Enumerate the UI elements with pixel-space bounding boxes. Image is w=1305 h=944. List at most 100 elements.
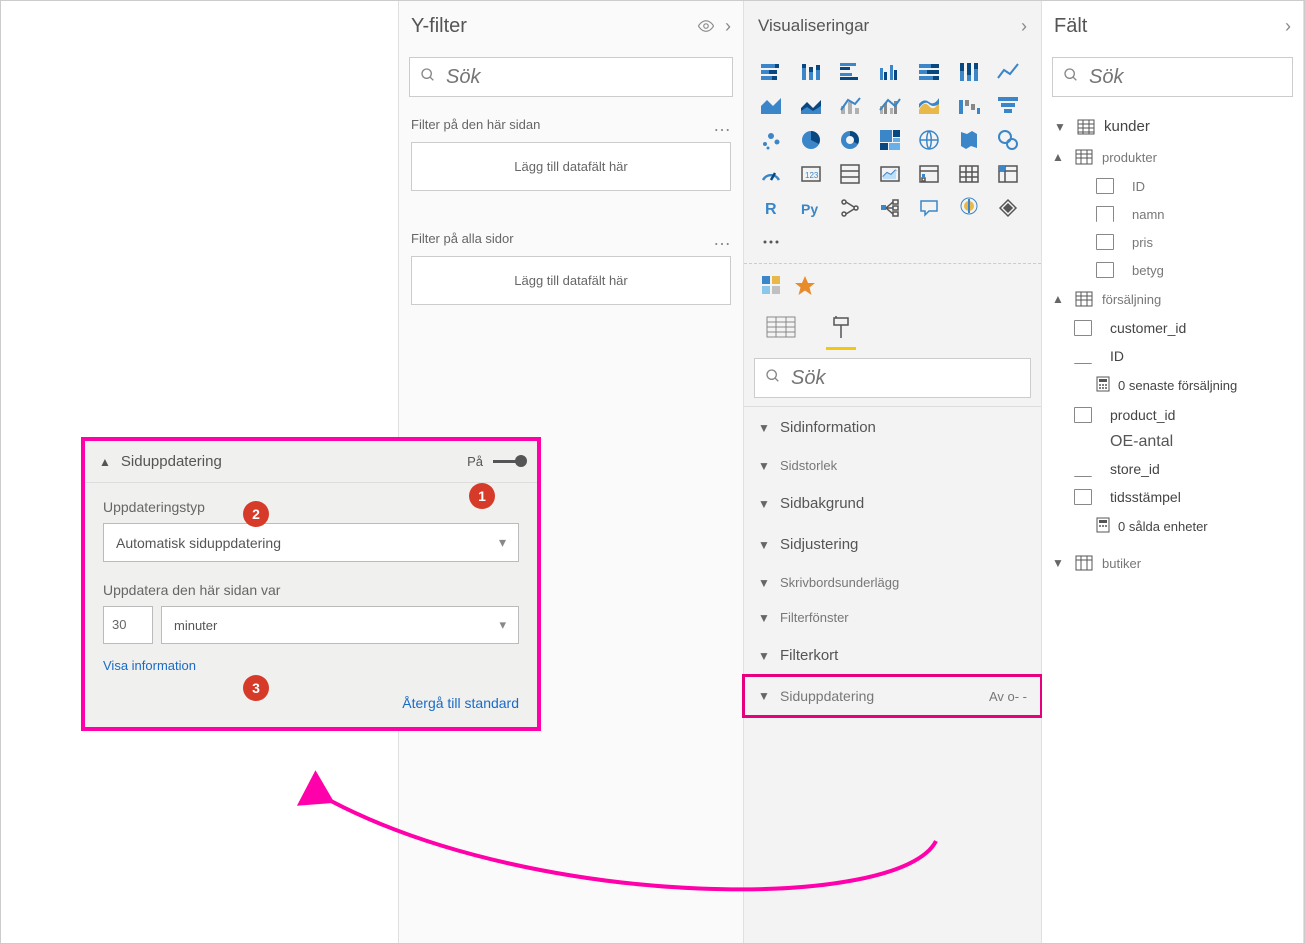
collapse-viz-icon[interactable]: ›: [1021, 16, 1027, 37]
multi-row-card-icon[interactable]: [837, 161, 863, 187]
shape-map-icon[interactable]: [995, 127, 1021, 153]
fields-tab[interactable]: [766, 316, 796, 350]
table-icon: [1074, 119, 1098, 135]
format-section-page-info[interactable]: ▼Sidinformation: [744, 407, 1041, 448]
arcgis-icon[interactable]: [956, 195, 982, 221]
field-salda-enheter[interactable]: 0 sålda enheter: [1052, 511, 1293, 542]
annotation-badge-3: 3: [243, 675, 269, 701]
table-icon: [1072, 291, 1096, 307]
filters-search[interactable]: [409, 57, 733, 97]
visualizations-gallery: 123 R Py: [744, 51, 1041, 259]
funnel-chart-icon[interactable]: [995, 93, 1021, 119]
key-influencers-icon[interactable]: [837, 195, 863, 221]
visualizations-title: Visualiseringar: [758, 16, 869, 36]
favorite-icon[interactable]: [792, 272, 818, 298]
table-icon[interactable]: [956, 161, 982, 187]
filter-page-dropzone[interactable]: Lägg till datafält här: [411, 142, 731, 191]
collapse-fields-icon[interactable]: ›: [1285, 16, 1291, 37]
page-refresh-callout: ▲ Siduppdatering På Uppdateringstyp Auto…: [81, 437, 541, 731]
calculator-icon: [1096, 376, 1110, 395]
field-oe-antal[interactable]: OE-antal: [1052, 429, 1293, 455]
donut-chart-icon[interactable]: [837, 127, 863, 153]
clustered-bar-chart-icon[interactable]: [837, 59, 863, 85]
field-produkter-namn[interactable]: namn: [1052, 200, 1293, 228]
stacked-bar-chart-icon[interactable]: [758, 59, 784, 85]
hundred-stacked-bar-icon[interactable]: [916, 59, 942, 85]
field-produkter-betyg[interactable]: betyg: [1052, 256, 1293, 284]
field-produkter-id[interactable]: ID: [1052, 172, 1293, 200]
line-column-chart-icon[interactable]: [837, 93, 863, 119]
chevron-down-icon: ▾: [499, 534, 506, 551]
collapse-filters-icon[interactable]: ›: [725, 16, 731, 37]
card-icon[interactable]: 123: [798, 161, 824, 187]
table-butiker[interactable]: ▼ butiker: [1052, 548, 1293, 578]
reset-to-default-link[interactable]: Återgå till standard: [85, 681, 537, 727]
hundred-stacked-column-icon[interactable]: [956, 59, 982, 85]
format-section-filter-pane[interactable]: ▼Filterfönster: [744, 600, 1041, 635]
pie-chart-icon[interactable]: [798, 127, 824, 153]
matrix-icon[interactable]: [995, 161, 1021, 187]
filter-all-dropzone[interactable]: Lägg till datafält här: [411, 256, 731, 305]
field-tidsstampel[interactable]: tidsstämpel: [1052, 483, 1293, 511]
fields-search[interactable]: [1052, 57, 1293, 97]
interval-label: Uppdatera den här sidan var: [103, 582, 519, 598]
refresh-type-select[interactable]: Automatisk siduppdatering ▾: [103, 523, 519, 562]
drill-icon[interactable]: [758, 272, 784, 298]
eye-icon[interactable]: [697, 17, 715, 35]
field-store-id[interactable]: store_id: [1052, 455, 1293, 483]
more-visuals-icon[interactable]: [758, 229, 784, 255]
interval-unit-select[interactable]: minuter ▾: [161, 606, 519, 644]
table-icon: [1072, 149, 1096, 165]
treemap-chart-icon[interactable]: [877, 127, 903, 153]
stacked-column-chart-icon[interactable]: [798, 59, 824, 85]
fields-search-input[interactable]: [1089, 66, 1282, 89]
kpi-icon[interactable]: [877, 161, 903, 187]
page-refresh-toggle[interactable]: [493, 460, 523, 463]
format-search[interactable]: [754, 358, 1031, 398]
interval-value-input[interactable]: 30: [103, 606, 153, 644]
gauge-icon[interactable]: [758, 161, 784, 187]
chevron-up-icon[interactable]: ▲: [99, 455, 111, 469]
line-clustered-column-icon[interactable]: [877, 93, 903, 119]
search-icon: [765, 368, 781, 389]
line-chart-icon[interactable]: [995, 59, 1021, 85]
visualizations-panel: Visualiseringar ›: [744, 1, 1042, 943]
callout-title: Siduppdatering: [121, 453, 222, 470]
table-forsaljning[interactable]: ▲ försäljning: [1052, 284, 1293, 314]
format-section-page-bg[interactable]: ▼Sidbakgrund: [744, 483, 1041, 524]
r-visual-icon[interactable]: R: [758, 195, 784, 221]
decomposition-tree-icon[interactable]: [877, 195, 903, 221]
table-produkter[interactable]: ▲ produkter: [1052, 142, 1293, 172]
map-icon[interactable]: [916, 127, 942, 153]
ribbon-chart-icon[interactable]: [916, 93, 942, 119]
table-kunder[interactable]: ▼ kunder: [1052, 111, 1293, 142]
format-search-input[interactable]: [791, 367, 1020, 390]
field-forsaljning-id[interactable]: ID: [1052, 342, 1293, 370]
calculator-icon: [1096, 517, 1110, 536]
python-visual-icon[interactable]: Py: [798, 195, 824, 221]
slicer-icon[interactable]: [916, 161, 942, 187]
format-tab[interactable]: [826, 316, 856, 350]
show-info-link[interactable]: Visa information: [103, 658, 196, 673]
format-section-page-align[interactable]: ▼Sidjustering: [744, 524, 1041, 565]
powerapps-icon[interactable]: [995, 195, 1021, 221]
filters-search-input[interactable]: [446, 66, 722, 89]
area-chart-icon[interactable]: [758, 93, 784, 119]
filled-map-icon[interactable]: [956, 127, 982, 153]
svg-text:R: R: [765, 201, 777, 218]
field-customer-id[interactable]: customer_id: [1052, 314, 1293, 342]
field-produkter-pris[interactable]: pris: [1052, 228, 1293, 256]
search-icon: [1063, 67, 1079, 88]
qa-visual-icon[interactable]: [916, 195, 942, 221]
format-section-filter-card[interactable]: ▼Filterkort: [744, 635, 1041, 676]
clustered-column-chart-icon[interactable]: [877, 59, 903, 85]
chevron-down-icon: ▾: [499, 617, 506, 633]
field-senaste-forsaljning[interactable]: 0 senaste försäljning: [1052, 370, 1293, 401]
waterfall-chart-icon[interactable]: [956, 93, 982, 119]
format-section-page-size[interactable]: ▼Sidstorlek: [744, 448, 1041, 483]
format-section-page-refresh[interactable]: ▼ Siduppdatering Av o- -: [744, 676, 1041, 716]
stacked-area-chart-icon[interactable]: [798, 93, 824, 119]
format-section-wallpaper[interactable]: ▼Skrivbordsunderlägg: [744, 565, 1041, 600]
scatter-chart-icon[interactable]: [758, 127, 784, 153]
field-product-id[interactable]: product_id: [1052, 401, 1293, 429]
